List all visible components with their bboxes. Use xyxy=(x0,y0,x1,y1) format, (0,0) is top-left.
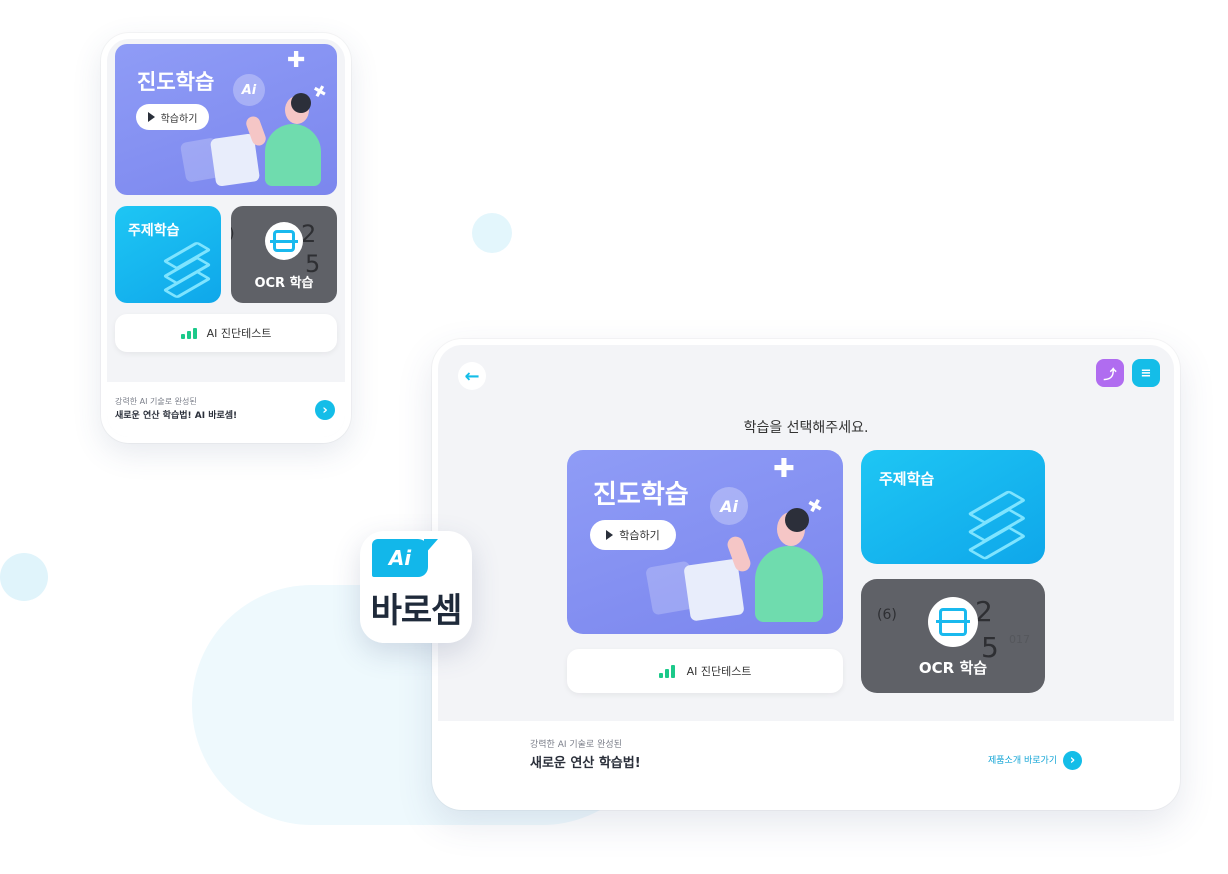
student-illustration xyxy=(265,124,321,186)
ocr-bg-digit: ) xyxy=(231,226,234,242)
layers-icon xyxy=(162,241,212,299)
progress-study-card[interactable]: 진도학습 학습하기 Ai ✚ ✚ xyxy=(567,450,843,634)
next-arrow-button[interactable]: › xyxy=(315,400,335,420)
ocr-bg-digit: 2 xyxy=(301,220,317,248)
play-icon xyxy=(606,530,614,540)
phone-screen: 진도학습 학습하기 Ai ✚ ✚ 주제학습 ) 2 5 xyxy=(107,39,345,437)
topic-study-card[interactable]: 주제학습 xyxy=(861,450,1045,564)
start-study-button[interactable]: 학습하기 xyxy=(590,520,676,550)
card-title: 진도학습 xyxy=(137,70,215,94)
footer-title: 새로운 연산 학습법! xyxy=(530,756,641,771)
ai-diagnostic-test-button[interactable]: AI 진단테스트 xyxy=(115,314,337,352)
ocr-bg-digit: 017 xyxy=(1009,633,1030,646)
card-title: OCR 학습 xyxy=(254,276,314,291)
bar-chart-icon xyxy=(658,664,675,678)
back-button[interactable]: ← xyxy=(458,362,486,390)
scan-icon xyxy=(928,597,978,647)
product-intro-link[interactable]: 제품소개 바로가기 xyxy=(988,753,1057,766)
ocr-study-card[interactable]: ) 2 5 OCR 학습 xyxy=(231,206,337,303)
student-hair xyxy=(785,508,809,532)
ai-badge: Ai xyxy=(233,74,265,106)
decorative-dot xyxy=(0,553,48,601)
app-logo: Ai 바로셈 xyxy=(360,531,472,643)
tablet-screen: ← ⤴ ≡ 학습을 선택해주세요. 진도학습 학습하기 Ai ✚ ✚ 주제학습 xyxy=(438,345,1174,721)
ocr-bg-digit: (6) xyxy=(877,607,897,623)
progress-study-card[interactable]: 진도학습 학습하기 Ai ✚ ✚ xyxy=(115,44,337,195)
ai-tag-logo: Ai xyxy=(372,539,438,577)
layers-icon xyxy=(967,489,1027,561)
start-study-label: 학습하기 xyxy=(619,529,660,542)
menu-icon[interactable]: ≡ xyxy=(1132,359,1160,387)
ai-diagnostic-test-button[interactable]: AI 진단테스트 xyxy=(567,649,843,693)
sparkle-icon: ✚ xyxy=(773,454,795,484)
brand-wordmark: 바로셈 xyxy=(370,591,463,631)
diag-label: AI 진단테스트 xyxy=(686,665,752,678)
ocr-study-card[interactable]: (6) 2 5 017 OCR 학습 xyxy=(861,579,1045,693)
chart-icon[interactable]: ⤴ xyxy=(1096,359,1124,387)
card-title: 주제학습 xyxy=(128,223,180,239)
student-illustration xyxy=(755,546,823,622)
start-study-label: 학습하기 xyxy=(160,113,198,125)
scan-icon xyxy=(265,222,303,260)
topic-study-card[interactable]: 주제학습 xyxy=(115,206,221,303)
decorative-dot xyxy=(472,213,512,253)
ai-badge: Ai xyxy=(710,487,748,525)
diag-label: AI 진단테스트 xyxy=(206,327,272,340)
student-hair xyxy=(291,93,311,113)
start-study-button[interactable]: 학습하기 xyxy=(136,104,209,130)
sparkle-icon: ✚ xyxy=(287,48,306,73)
footer-subtitle: 강력한 AI 기술로 완성된 xyxy=(530,740,622,750)
tablet-mockup: ← ⤴ ≡ 학습을 선택해주세요. 진도학습 학습하기 Ai ✚ ✚ 주제학습 xyxy=(432,339,1180,810)
card-title: OCR 학습 xyxy=(918,659,988,677)
play-icon xyxy=(147,112,155,122)
footer-subtitle: 강력한 AI 기술로 완성된 xyxy=(115,397,197,406)
card-title: 주제학습 xyxy=(879,470,935,488)
product-intro-arrow-button[interactable]: › xyxy=(1063,751,1082,770)
card-title: 진도학습 xyxy=(593,480,689,510)
bar-chart-icon xyxy=(180,327,197,339)
sparkle-icon: ✚ xyxy=(309,79,331,104)
phone-footer: 강력한 AI 기술로 완성된 새로운 연산 학습법! AI 바로셈! › xyxy=(107,382,345,437)
footer-title: 새로운 연산 학습법! AI 바로셈! xyxy=(115,411,238,421)
phone-mockup: 진도학습 학습하기 Ai ✚ ✚ 주제학습 ) 2 5 xyxy=(101,33,351,443)
page-prompt: 학습을 선택해주세요. xyxy=(743,420,869,436)
